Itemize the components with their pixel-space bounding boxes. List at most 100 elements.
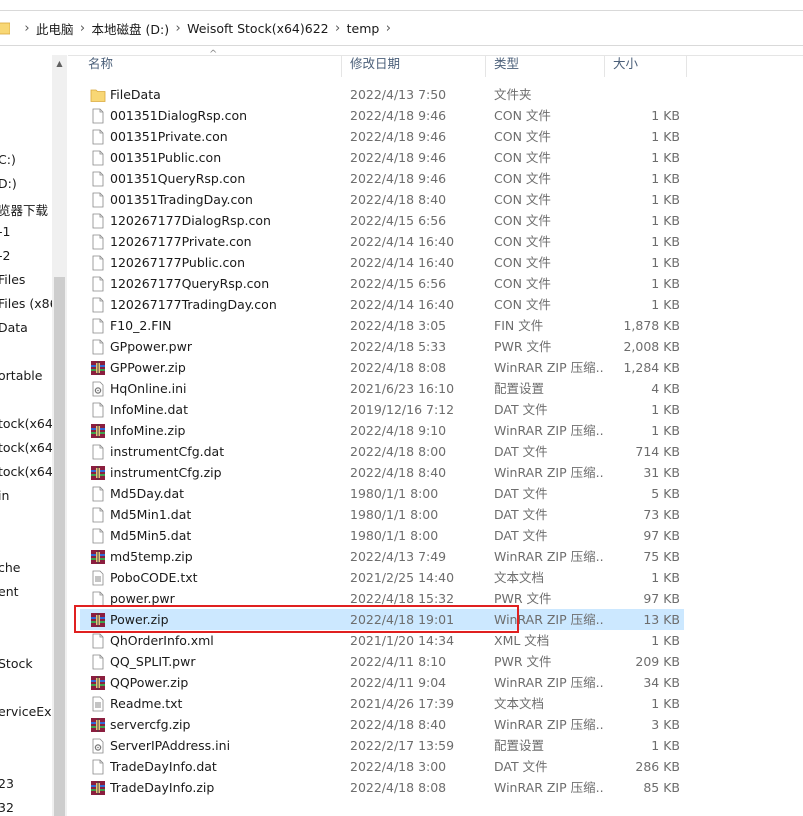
file-row[interactable]: power.pwr 2022/4/18 15:32 PWR 文件 97 KB [80, 588, 684, 609]
file-type: DAT 文件 [494, 759, 548, 774]
file-date: 2022/4/18 8:08 [350, 360, 447, 375]
file-name: HqOnline.ini [110, 381, 187, 396]
file-row[interactable]: GPpower.pwr 2022/4/18 5:33 PWR 文件 2,008 KB [80, 336, 684, 357]
file-name: F10_2.FIN [110, 318, 172, 333]
nav-item[interactable]: 览器下载 [0, 200, 48, 219]
scrollbar-thumb[interactable] [54, 277, 65, 816]
file-name: servercfg.zip [110, 717, 191, 732]
address-bar: › 此电脑 › 本地磁盘 (D:) › Weisoft Stock(x64)62… [0, 0, 803, 56]
column-date[interactable]: 修改日期 [342, 55, 486, 77]
file-row[interactable]: 001351Public.con 2022/4/18 9:46 CON 文件 1 KB [80, 147, 684, 168]
file-date: 2022/4/18 8:40 [350, 717, 447, 732]
file-date: 2022/4/14 16:40 [350, 234, 455, 249]
file-row[interactable]: md5temp.zip 2022/4/13 7:49 WinRAR ZIP 压缩..… [80, 546, 684, 567]
nav-item[interactable]: ent [0, 584, 19, 599]
nav-item[interactable]: Stock [0, 656, 33, 671]
file-row[interactable]: GPPower.zip 2022/4/18 8:08 WinRAR ZIP 压缩..… [80, 357, 684, 378]
file-icon [90, 591, 106, 607]
nav-item[interactable]: 23 [0, 776, 14, 791]
nav-item[interactable]: -1 [0, 224, 10, 239]
file-row[interactable]: InfoMine.zip 2022/4/18 9:10 WinRAR ZIP 压缩.… [80, 420, 684, 441]
file-size: 1 KB [651, 633, 680, 648]
file-row[interactable]: 120267177DialogRsp.con 2022/4/15 6:56 CON … [80, 210, 684, 231]
file-icon [90, 234, 106, 250]
file-row[interactable]: servercfg.zip 2022/4/18 8:40 WinRAR ZIP 压缩… [80, 714, 684, 735]
nav-item[interactable]: Data [0, 320, 28, 335]
file-date: 2022/4/18 9:46 [350, 129, 447, 144]
nav-scrollbar[interactable]: ▲ [52, 55, 67, 816]
nav-item[interactable]: D:) [0, 176, 17, 191]
breadcrumb-item-temp[interactable]: temp [347, 21, 380, 36]
breadcrumb-item-drive-d[interactable]: 本地磁盘 (D:) [92, 19, 170, 38]
file-row[interactable]: 120267177Private.con 2022/4/14 16:40 CON 文… [80, 231, 684, 252]
nav-item[interactable]: -2 [0, 248, 10, 263]
file-row[interactable]: instrumentCfg.dat 2022/4/18 8:00 DAT 文件 714… [80, 441, 684, 462]
file-row[interactable]: InfoMine.dat 2019/12/16 7:12 DAT 文件 1 KB [80, 399, 684, 420]
file-list: ^ 名称 修改日期 类型 大小 FileData 2022/4/13 7:50 文件… [80, 49, 803, 816]
folder-icon [0, 22, 10, 35]
file-row[interactable]: 001351QueryRsp.con 2022/4/18 9:46 CON 文件 1 … [80, 168, 684, 189]
file-icon [90, 108, 106, 124]
file-name: PoboCODE.txt [110, 570, 198, 585]
breadcrumb-item-weisoft[interactable]: Weisoft Stock(x64)622 [187, 21, 329, 36]
file-row[interactable]: QQ_SPLIT.pwr 2022/4/11 8:10 PWR 文件 209 KB [80, 651, 684, 672]
chevron-right-icon[interactable]: › [74, 21, 92, 36]
column-size[interactable]: 大小 [605, 55, 687, 77]
scroll-up-icon[interactable]: ▲ [52, 55, 67, 72]
file-row[interactable]: 120267177QueryRsp.con 2022/4/15 6:56 CON 文… [80, 273, 684, 294]
file-row[interactable]: Md5Min5.dat 1980/1/1 8:00 DAT 文件 97 KB [80, 525, 684, 546]
nav-item[interactable]: tock(x64 [0, 440, 53, 455]
file-row[interactable]: HqOnline.ini 2021/6/23 16:10 配置设置 4 KB [80, 378, 684, 399]
breadcrumb[interactable]: › 此电脑 › 本地磁盘 (D:) › Weisoft Stock(x64)62… [0, 10, 803, 46]
column-name[interactable]: ^ 名称 [80, 49, 342, 77]
nav-item[interactable]: tock(x64 [0, 416, 53, 431]
file-row[interactable]: F10_2.FIN 2022/4/18 3:05 FIN 文件 1,878 KB [80, 315, 684, 336]
file-icon [90, 486, 106, 502]
file-row[interactable]: QQPower.zip 2022/4/11 9:04 WinRAR ZIP 压缩..… [80, 672, 684, 693]
chevron-right-icon[interactable]: › [18, 21, 36, 36]
file-name: TradeDayInfo.zip [110, 780, 215, 795]
file-type: WinRAR ZIP 压缩... [494, 717, 604, 732]
nav-item[interactable]: 32 [0, 800, 14, 815]
nav-item[interactable]: in [0, 488, 9, 503]
file-date: 2021/6/23 16:10 [350, 381, 455, 396]
file-row[interactable]: Power.zip 2022/4/18 19:01 WinRAR ZIP 压缩...… [80, 609, 684, 630]
file-row[interactable]: Md5Day.dat 1980/1/1 8:00 DAT 文件 5 KB [80, 483, 684, 504]
chevron-right-icon[interactable]: › [379, 21, 397, 36]
breadcrumb-item-this-pc[interactable]: 此电脑 [36, 19, 74, 38]
chevron-right-icon[interactable]: › [169, 21, 187, 36]
file-row[interactable]: 001351Private.con 2022/4/18 9:46 CON 文件 1 K… [80, 126, 684, 147]
chevron-right-icon[interactable]: › [329, 21, 347, 36]
file-row[interactable]: FileData 2022/4/13 7:50 文件夹 [80, 84, 684, 105]
nav-item[interactable]: Files (x86 [0, 296, 58, 311]
nav-item[interactable]: ortable [0, 368, 42, 383]
file-row[interactable]: 120267177Public.con 2022/4/14 16:40 CON 文件… [80, 252, 684, 273]
file-date: 2021/4/26 17:39 [350, 696, 455, 711]
file-row[interactable]: Md5Min1.dat 1980/1/1 8:00 DAT 文件 73 KB [80, 504, 684, 525]
file-icon [90, 444, 106, 460]
nav-item[interactable]: erviceEx [0, 704, 52, 719]
column-header: ^ 名称 修改日期 类型 大小 [80, 49, 803, 77]
file-name: ServerIPAddress.ini [110, 738, 231, 753]
file-date: 2022/4/15 6:56 [350, 276, 447, 291]
file-row[interactable]: Readme.txt 2021/4/26 17:39 文本文档 1 KB [80, 693, 684, 714]
file-row[interactable]: TradeDayInfo.dat 2022/4/18 3:00 DAT 文件 286 … [80, 756, 684, 777]
file-row[interactable]: 120267177TradingDay.con 2022/4/14 16:40 CO… [80, 294, 684, 315]
nav-item[interactable]: tock(x64 [0, 464, 53, 479]
file-row[interactable]: PoboCODE.txt 2021/2/25 14:40 文本文档 1 KB [80, 567, 684, 588]
file-row[interactable]: ServerIPAddress.ini 2022/2/17 13:59 配置设置 1 … [80, 735, 684, 756]
file-row[interactable]: TradeDayInfo.zip 2022/4/18 8:08 WinRAR ZIP… [80, 777, 684, 798]
file-date: 2022/4/14 16:40 [350, 255, 455, 270]
file-size: 85 KB [643, 780, 680, 795]
file-name: GPpower.pwr [110, 339, 192, 354]
nav-item[interactable]: Files [0, 272, 25, 287]
file-row[interactable]: QhOrderInfo.xml 2021/1/20 14:34 XML 文档 1 KB [80, 630, 684, 651]
file-row[interactable]: 001351TradingDay.con 2022/4/18 8:40 CON 文件… [80, 189, 684, 210]
file-row[interactable]: 001351DialogRsp.con 2022/4/18 9:46 CON 文件 1… [80, 105, 684, 126]
nav-item[interactable]: che [0, 560, 21, 575]
column-type[interactable]: 类型 [486, 55, 605, 77]
file-date: 2022/4/18 9:46 [350, 108, 447, 123]
nav-item[interactable]: C:) [0, 152, 16, 167]
file-icon [90, 129, 106, 145]
file-row[interactable]: instrumentCfg.zip 2022/4/18 8:40 WinRAR ZI… [80, 462, 684, 483]
